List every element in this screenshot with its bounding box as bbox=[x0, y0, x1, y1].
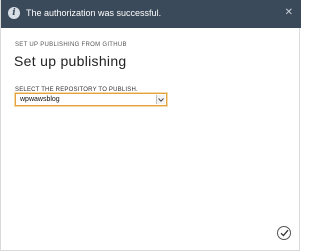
notification-bar: i The authorization was successful. ✕ bbox=[1, 0, 301, 28]
info-icon: i bbox=[8, 7, 20, 19]
notification-message: The authorization was successful. bbox=[26, 8, 162, 18]
dialog-subtitle: SET UP PUBLISHING FROM GITHUB bbox=[15, 42, 127, 48]
dialog-title: Set up publishing bbox=[14, 53, 127, 69]
checkmark-icon bbox=[280, 229, 288, 237]
close-icon[interactable]: ✕ bbox=[285, 8, 293, 18]
chevron-down-icon[interactable] bbox=[156, 95, 165, 104]
publishing-dialog: i The authorization was successful. ✕ SE… bbox=[0, 0, 301, 251]
repository-select-value: wpwawsblog bbox=[20, 96, 60, 103]
done-button[interactable] bbox=[277, 226, 291, 240]
repository-select[interactable]: wpwawsblog bbox=[15, 93, 167, 106]
